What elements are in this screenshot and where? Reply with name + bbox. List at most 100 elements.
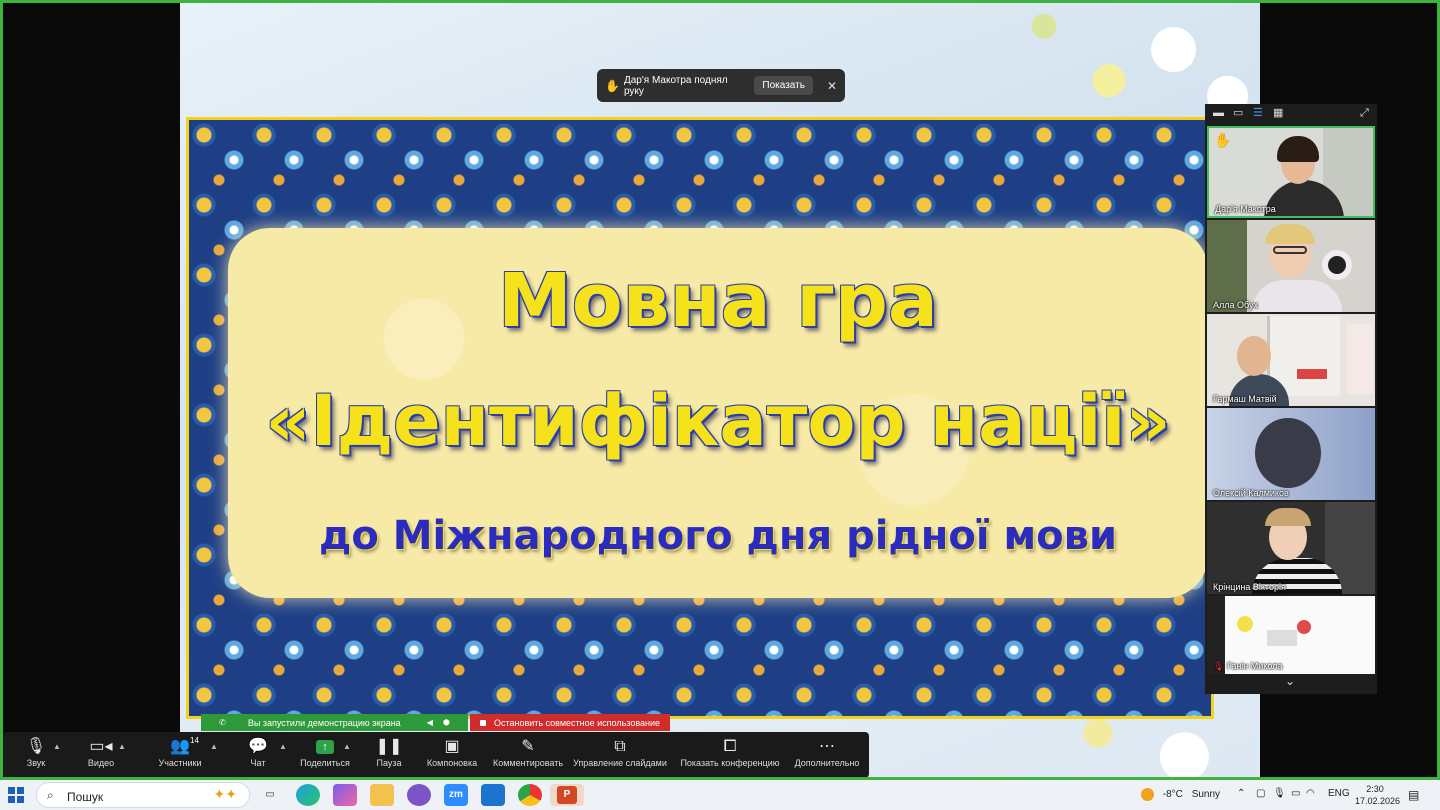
slide-title-panel: Мовна гра «Ідентифікатор нації» до Міжна… [228, 228, 1208, 598]
clock-time: 2:30 [1366, 784, 1384, 794]
slide-control-icon: ⧉ [614, 738, 626, 755]
weather-widget[interactable]: -8°C Sunny [1141, 788, 1220, 801]
chat-icon: 💬 [248, 738, 268, 755]
stop-share-button[interactable]: Остановить совместное использование [470, 714, 670, 731]
raised-hand-notification: ✋ Дар'я Макотра поднял руку Показать ✕ [597, 69, 845, 102]
minimize-icon[interactable]: ▬ [1213, 108, 1224, 119]
powerpoint-icon[interactable]: P [550, 784, 584, 806]
search-icon: ⌕ [47, 788, 54, 802]
wifi-icon[interactable]: ◠ [1306, 788, 1315, 799]
more-icon: ⋯ [819, 738, 835, 755]
audio-label: Звук [26, 758, 46, 768]
stop-square-icon [479, 719, 486, 726]
show-meeting-label: Показать конференцию [680, 758, 780, 768]
annotate-label: Комментировать [492, 758, 564, 768]
file-explorer-icon[interactable] [370, 784, 394, 806]
raised-hand-icon: ✋ [1214, 132, 1232, 148]
photos-icon[interactable] [481, 784, 505, 806]
pause-label: Пауза [376, 758, 402, 768]
task-view-icon[interactable]: ▭ [258, 784, 282, 806]
chevron-down-icon[interactable]: ▲ [53, 742, 61, 751]
viber-icon[interactable] [407, 784, 431, 806]
battery-icon[interactable]: ▭ [1291, 788, 1300, 799]
chat-button[interactable]: 💬 Чат [245, 736, 271, 776]
meeting-toolbar: 🎙 Звук ▲ ▭◂ Видео ▲ 👥 Участники 14 ▲ 💬 Ч… [3, 732, 869, 778]
raised-hand-text: Дар'я Макотра поднял руку [623, 74, 728, 97]
participant-tile[interactable]: ✋ Дар'я Макотра [1207, 126, 1375, 218]
language-indicator[interactable]: ENG [1328, 788, 1350, 799]
slide-control-button[interactable]: ⧉ Управление слайдами [573, 736, 667, 776]
zoom-app-icon[interactable]: zm [444, 784, 468, 806]
chevron-up-icon[interactable]: ⌃ [1237, 788, 1245, 799]
notification-icon[interactable]: ▤ [1408, 788, 1419, 802]
participants-label: Участники [158, 758, 202, 768]
microphone-icon: 🎙 [25, 738, 47, 755]
copilot-icon[interactable] [333, 784, 357, 806]
slide-subtitle: до Міжнародного дня рідної мови [319, 513, 1117, 559]
pause-icon: ❚❚ [375, 738, 403, 755]
taskbar-search-input[interactable]: ⌕ Пошук ✦✦ [36, 782, 250, 808]
slide-title-line2: «Ідентифікатор нації» [265, 380, 1171, 462]
hide-video-icon[interactable]: ▭ [1233, 108, 1243, 119]
annotate-button[interactable]: ✎ Комментировать [490, 736, 566, 776]
sun-icon [1141, 788, 1154, 801]
shared-slide: Мовна гра «Ідентифікатор нації» до Міжна… [180, 3, 1260, 780]
clock-date: 17.02.2026 [1355, 796, 1401, 806]
participant-tile[interactable]: Гармаш Матвій [1207, 314, 1375, 406]
slide-control-label: Управление слайдами [573, 758, 667, 768]
more-button[interactable]: ⋯ Дополнительно [793, 736, 861, 776]
chevron-down-icon[interactable]: ⌄ [1285, 674, 1295, 688]
layout-button[interactable]: ▣ Компоновка [425, 736, 479, 776]
annotate-pen-icon: ✎ [521, 738, 535, 755]
participant-name: Дар'я Макотра [1215, 204, 1276, 214]
participant-name: Гармаш Матвій [1213, 394, 1277, 404]
participant-count: 14 [190, 736, 199, 745]
chevron-down-icon[interactable]: ▲ [210, 742, 218, 751]
windows-start-icon[interactable] [8, 787, 24, 803]
show-button[interactable]: Показать [754, 76, 813, 95]
participant-tile[interactable]: 🎙 Ганін Микола [1207, 596, 1375, 674]
meet-now-icon[interactable]: ▢ [1256, 788, 1265, 799]
shield-icon: ⬢ [442, 718, 450, 727]
chat-label: Чат [250, 758, 266, 768]
windows-taskbar: ⌕ Пошук ✦✦ ▭ zm P -8°C Sunny ⌃ ▢ 🎙 ▭ ◠ E… [0, 780, 1440, 810]
screen-share-status: ✆ Вы запустили демонстрацию экрана ◀ ⬢ [201, 714, 468, 731]
participant-tile[interactable]: Алла Обух [1207, 220, 1375, 312]
pause-share-button[interactable]: ❚❚ Пауза [374, 736, 404, 776]
phone-icon: ✆ [219, 718, 226, 727]
audio-button[interactable]: 🎙 Звук [21, 736, 51, 776]
stop-share-label: Остановить совместное использование [493, 717, 661, 728]
participant-tile[interactable]: Крінцина Вікторія [1207, 502, 1375, 594]
close-icon[interactable]: ✕ [827, 79, 837, 93]
gallery-toolbar: ▬ ▭ ☰ ▦ ⤢ [1205, 104, 1377, 124]
edge-browser-icon[interactable] [296, 784, 320, 806]
taskbar-clock[interactable]: 2:30 17.02.2026 [1355, 783, 1401, 807]
layout-label: Компоновка [426, 758, 478, 768]
participant-name: Олексій Калмиков [1213, 488, 1289, 498]
microphone-icon[interactable]: 🎙 [1273, 788, 1286, 799]
gallery-grid-icon[interactable]: ▦ [1273, 108, 1283, 119]
chevron-down-icon[interactable]: ▲ [343, 742, 351, 751]
speaker-view-icon[interactable]: ☰ [1253, 108, 1263, 119]
participant-name: 🎙 Ганін Микола [1213, 661, 1282, 672]
speaker-icon: ◀ [426, 718, 433, 727]
video-label: Видео [87, 758, 115, 768]
screen-share-status-text: Вы запустили демонстрацию экрана [247, 717, 401, 728]
weather-temperature: -8°C [1162, 789, 1183, 801]
more-label: Дополнительно [794, 758, 860, 768]
weather-condition: Sunny [1191, 789, 1221, 801]
show-meeting-button[interactable]: ⧠ Показать конференцию [679, 736, 781, 776]
chevron-down-icon[interactable]: ▲ [279, 742, 287, 751]
share-screen-label: Поделиться [300, 758, 350, 768]
participant-name: Крінцина Вікторія [1213, 582, 1286, 592]
participant-name: Алла Обух [1213, 300, 1258, 310]
search-placeholder: Пошук [67, 790, 104, 804]
copilot-sparkle-icon: ✦✦ [213, 786, 237, 802]
chevron-down-icon[interactable]: ▲ [118, 742, 126, 751]
muted-microphone-icon: 🎙 [1213, 661, 1225, 671]
expand-icon[interactable]: ⤢ [1360, 108, 1369, 119]
chrome-browser-icon[interactable] [518, 784, 542, 806]
video-camera-icon: ▭◂ [89, 738, 113, 755]
video-button[interactable]: ▭◂ Видео [83, 736, 119, 776]
participant-tile[interactable]: Олексій Калмиков [1207, 408, 1375, 500]
